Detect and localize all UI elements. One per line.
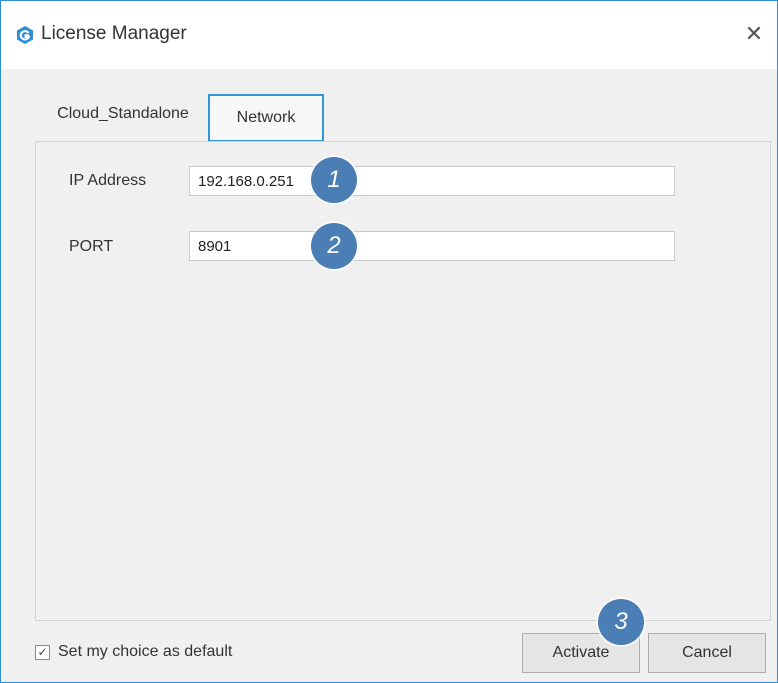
ip-address-input[interactable]: [189, 166, 675, 196]
step-3-badge: 3: [598, 599, 644, 645]
tab-network[interactable]: Network: [208, 94, 324, 142]
ip-address-label: IP Address: [69, 172, 147, 189]
close-button[interactable]: ✕: [737, 17, 771, 51]
cancel-button[interactable]: Cancel: [648, 633, 766, 673]
step-1-badge: 1: [311, 157, 357, 203]
set-default-checkbox[interactable]: ✓: [35, 644, 50, 660]
set-default-row[interactable]: ✓ Set my choice as default: [35, 641, 232, 663]
app-logo-icon: [17, 26, 33, 44]
license-manager-window: License Manager ✕ Cloud_Standalone Netwo…: [0, 0, 778, 683]
step-2-badge: 2: [311, 223, 357, 269]
set-default-label: Set my choice as default: [58, 643, 233, 660]
port-label: PORT: [69, 238, 114, 255]
title-bar[interactable]: License Manager ✕: [1, 1, 777, 69]
network-tab-panel: [35, 141, 771, 621]
port-input[interactable]: [189, 231, 675, 261]
tab-cloud-standalone[interactable]: Cloud_Standalone: [41, 94, 205, 134]
close-icon: ✕: [744, 21, 764, 46]
window-title: License Manager: [41, 23, 187, 44]
